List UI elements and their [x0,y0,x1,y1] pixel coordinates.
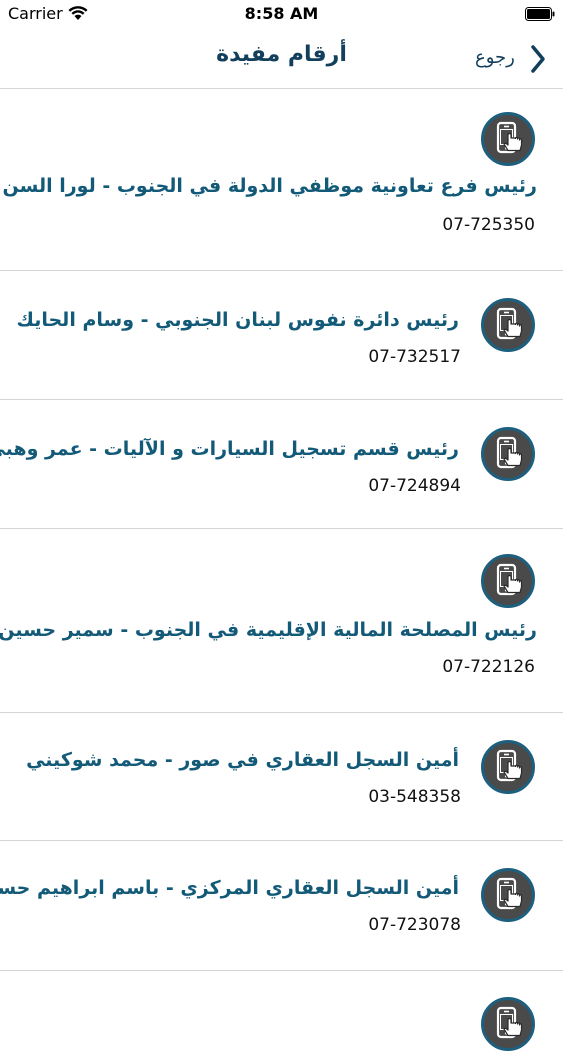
back-label: رجوع [475,47,515,68]
phone-touch-icon[interactable] [481,554,535,608]
list-item[interactable]: أمين السجل العقاري المركزي - باسم ابراهي… [0,841,563,971]
phone-touch-icon[interactable] [481,740,535,794]
contact-number: 07-723078 [368,915,461,935]
contact-number: 07-722126 [442,657,535,677]
clock: 8:58 AM [244,4,319,23]
chevron-left-icon [528,43,548,79]
contact-number: 07-732517 [368,347,461,367]
list-item[interactable]: رئيس قسم تسجيل السيارات و الآليات - عمر … [0,400,563,529]
battery-icon [525,6,555,21]
contact-title: رئيس فرع تعاونية موظفي الدولة في الجنوب … [2,175,537,197]
status-bar: Carrier 8:58 AM [0,0,563,30]
list-item[interactable]: رئيس المصلحة المالية الإقليمية في الجنوب… [0,529,563,713]
contact-number: 07-725350 [442,215,535,235]
phone-touch-icon[interactable] [481,427,535,481]
contact-title: رئيس قسم تسجيل السيارات و الآليات - عمر … [0,438,459,460]
contact-number: 03-548358 [368,787,461,807]
list-item[interactable]: رئيس دائرة نفوس لبنان الجنوبي - وسام الح… [0,271,563,400]
phone-touch-icon[interactable] [481,298,535,352]
phone-touch-icon[interactable] [481,112,535,166]
contact-title: أمين السجل العقاري المركزي - باسم ابراهي… [0,877,459,899]
navigation-bar: أرقام مفيدة رجوع [0,30,563,89]
contact-title: رئيس المصلحة المالية الإقليمية في الجنوب… [0,619,537,641]
contact-title: أمين السجل العقاري في صور - محمد شوكيني [26,749,459,771]
contact-title: رئيس دائرة نفوس لبنان الجنوبي - وسام الح… [16,309,459,331]
list-item[interactable] [0,971,563,1051]
list-item[interactable]: رئيس فرع تعاونية موظفي الدولة في الجنوب … [0,89,563,271]
contacts-list: رئيس فرع تعاونية موظفي الدولة في الجنوب … [0,89,563,1051]
list-item[interactable]: أمين السجل العقاري في صور - محمد شوكيني … [0,713,563,841]
back-button[interactable]: رجوع [470,38,555,78]
contact-number: 07-724894 [368,476,461,496]
phone-touch-icon[interactable] [481,997,535,1051]
phone-touch-icon[interactable] [481,868,535,922]
